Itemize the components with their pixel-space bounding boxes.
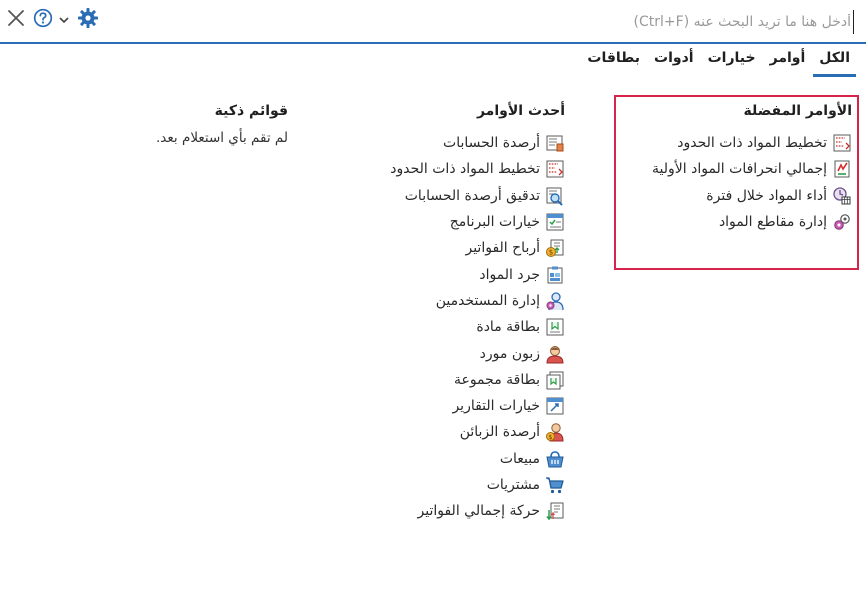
svg-text:$: $ [549,249,553,257]
list-item[interactable]: جرد المواد [305,261,565,287]
list-item-label: إدارة المستخدمين [435,292,540,309]
deviations-icon [832,159,852,179]
list-item-label: أداء المواد خلال فترة [706,187,827,204]
audit-balances-icon [545,186,565,206]
svg-text:$: $ [548,433,552,441]
inventory-icon [545,265,565,285]
list-item[interactable]: $ أرصدة الزبائن [305,419,565,445]
smart-lists-section: قوائم ذكية لم تقم بأي استعلام بعد. [38,102,288,146]
close-icon [7,9,25,31]
list-item-label: زبون مورد [479,345,540,362]
invoice-profits-icon: $ [545,238,565,258]
boundary-planning-icon [545,159,565,179]
list-item[interactable]: بطاقة مادة [305,314,565,340]
list-item[interactable]: زبون مورد [305,340,565,366]
list-item-label: تدقيق أرصدة الحسابات [404,187,540,204]
list-item-label: خيارات التقارير [452,398,540,415]
tab-cards[interactable]: بطاقات [581,46,646,74]
tab-options[interactable]: خيارات [702,46,762,74]
list-item[interactable]: مشتريات [305,472,565,498]
search-input[interactable] [161,10,854,34]
list-item[interactable]: تدقيق أرصدة الحسابات [305,183,565,209]
list-item-label: مشتريات [486,477,540,493]
tab-commands[interactable]: أوامر [764,46,812,74]
category-tabs: الكل أوامر خيارات أدوات بطاقات [579,46,856,80]
customer-balances-icon: $ [545,422,565,442]
list-item-label: بطاقة مادة [476,319,540,336]
smart-lists-title: قوائم ذكية [214,103,288,119]
program-options-icon [545,212,565,232]
smart-lists-empty-message: لم تقم بأي استعلام بعد. [156,130,288,146]
list-item-label: بطاقة مجموعة [453,371,540,388]
list-item[interactable]: $ أرباح الفواتير [305,235,565,261]
list-item[interactable]: مبيعات [305,446,565,472]
group-card-icon [545,370,565,390]
list-item[interactable]: أداء المواد خلال فترة [622,183,852,209]
users-icon [545,291,565,311]
period-performance-icon [832,186,852,206]
list-item-label: إدارة مقاطع المواد [718,214,827,231]
boundary-planning-icon [832,133,852,153]
material-card-icon [545,317,565,337]
settings-button[interactable] [76,8,100,32]
list-item[interactable]: أرصدة الحسابات [305,130,565,156]
report-options-icon [545,396,565,416]
list-item-label: خيارات البرنامج [449,214,540,231]
list-item-label: إجمالي انحرافات المواد الأولية [652,161,827,178]
list-item[interactable]: خيارات التقارير [305,393,565,419]
help-icon [33,8,53,32]
list-item-label: حركة إجمالي الفواتير [417,503,541,520]
list-item[interactable]: إجمالي انحرافات المواد الأولية [622,156,852,182]
search-bar [0,0,866,44]
list-item-label: مبيعات [499,450,540,467]
list-item[interactable]: خيارات البرنامج [305,209,565,235]
purchases-cart-icon [545,475,565,495]
help-button[interactable] [32,8,54,32]
options-dropdown[interactable] [57,8,71,32]
tab-all[interactable]: الكل [813,46,856,77]
list-item[interactable]: تخطيط المواد ذات الحدود [305,156,565,182]
close-button[interactable] [5,8,27,32]
list-item[interactable]: حركة إجمالي الفواتير [305,498,565,524]
customer-supplier-icon [545,344,565,364]
recent-commands-title: أحدث الأوامر [476,103,565,119]
recent-commands-section: أحدث الأوامر أرصدة الحسابات تخطيط المواد… [305,102,565,524]
list-item-label: تخطيط المواد ذات الحدود [677,135,827,152]
list-item-label: تخطيط المواد ذات الحدود [390,161,540,178]
list-item[interactable]: إدارة مقاطع المواد [622,209,852,235]
favorites-title: الأوامر المفضلة [743,103,853,119]
segments-icon [832,212,852,232]
list-item[interactable]: تخطيط المواد ذات الحدود [622,130,852,156]
gear-icon [77,7,99,33]
tab-tools[interactable]: أدوات [648,46,700,74]
invoice-movement-icon [545,501,565,521]
list-item-label: أرباح الفواتير [465,240,540,257]
list-item[interactable]: إدارة المستخدمين [305,288,565,314]
list-item-label: أرصدة الزبائن [459,424,540,441]
favorites-section: الأوامر المفضلة تخطيط المواد ذات الحدود … [622,102,852,235]
chevron-down-icon [58,11,70,30]
list-item-label: أرصدة الحسابات [443,135,540,152]
account-balances-icon [545,133,565,153]
list-item-label: جرد المواد [479,266,540,283]
sales-basket-icon [545,449,565,469]
list-item[interactable]: بطاقة مجموعة [305,367,565,393]
